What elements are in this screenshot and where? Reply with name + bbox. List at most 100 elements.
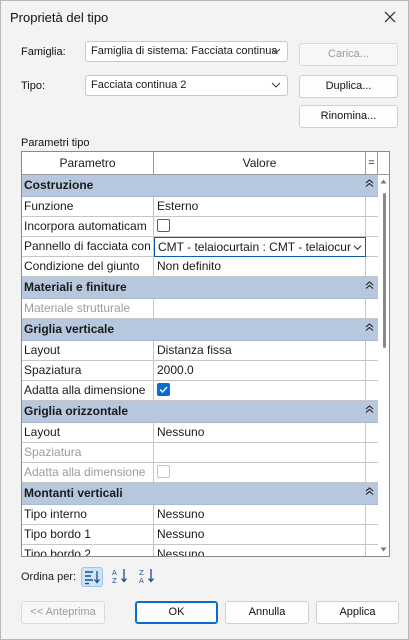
svg-text:A: A	[112, 569, 117, 577]
param-name: Tipo bordo 2	[22, 545, 154, 556]
column-header-parameter[interactable]: Parametro	[22, 152, 154, 174]
param-name: Pannello di facciata con	[22, 237, 154, 256]
scroll-up-icon[interactable]	[380, 179, 387, 184]
chevron-down-icon	[271, 82, 281, 88]
sort-grouped-button[interactable]	[81, 567, 103, 587]
group-montanti-verticali[interactable]: Montanti verticali	[22, 483, 378, 505]
param-value	[154, 299, 366, 318]
param-name: Funzione	[22, 197, 154, 216]
panel-type-dropdown[interactable]: CMT - telaiocurtain : CMT - telaiocur	[154, 237, 366, 257]
load-button[interactable]: Carica...	[299, 43, 398, 66]
param-value[interactable]: Distanza fissa	[154, 341, 366, 360]
param-name: Adatta alla dimensione	[22, 463, 154, 482]
preview-button[interactable]: << Anteprima	[21, 601, 105, 624]
collapse-icon[interactable]	[365, 280, 374, 290]
param-value[interactable]: Non definito	[154, 257, 366, 276]
collapse-icon[interactable]	[365, 178, 374, 188]
param-name: Materiale strutturale	[22, 299, 154, 318]
group-materiali[interactable]: Materiali e finiture	[22, 277, 378, 299]
param-value[interactable]: Nessuno	[154, 545, 366, 556]
param-row-condizione-giunto[interactable]: Condizione del giunto Non definito	[22, 257, 378, 277]
param-formula-cell	[366, 257, 378, 276]
param-name: Tipo interno	[22, 505, 154, 524]
type-dropdown[interactable]: Facciata continua 2	[85, 75, 288, 96]
duplicate-button[interactable]: Duplica...	[299, 75, 398, 98]
param-formula-cell	[366, 197, 378, 216]
rename-button[interactable]: Rinomina...	[299, 105, 398, 128]
param-value[interactable]: Esterno	[154, 197, 366, 216]
group-title: Griglia verticale	[24, 322, 115, 336]
family-dropdown[interactable]: Famiglia di sistema: Facciata continua	[85, 41, 288, 62]
param-value[interactable]: Nessuno	[154, 525, 366, 544]
param-row-layout-h[interactable]: Layout Nessuno	[22, 423, 378, 443]
group-griglia-orizzontale[interactable]: Griglia orizzontale	[22, 401, 378, 423]
ok-button[interactable]: OK	[135, 601, 218, 624]
param-value[interactable]: Nessuno	[154, 423, 366, 442]
close-icon[interactable]	[382, 9, 398, 25]
grid-header: Parametro Valore =	[22, 152, 389, 175]
param-name: Spaziatura	[22, 443, 154, 462]
collapse-icon[interactable]	[365, 486, 374, 496]
sort-label: Ordina per:	[21, 571, 77, 583]
family-label: Famiglia:	[21, 46, 66, 58]
scrollbar-thumb[interactable]	[383, 193, 386, 348]
adatta-v-checkbox[interactable]	[157, 383, 170, 397]
svg-text:A: A	[139, 577, 144, 585]
param-row-adatta-v[interactable]: Adatta alla dimensione	[22, 381, 378, 401]
param-formula-cell	[366, 237, 378, 256]
incorpora-checkbox[interactable]	[157, 219, 170, 233]
param-row-tipo-interno[interactable]: Tipo interno Nessuno	[22, 505, 378, 525]
param-name: Condizione del giunto	[22, 257, 154, 276]
sort-ascending-button[interactable]: A Z	[111, 567, 133, 587]
family-value: Famiglia di sistema: Facciata continua	[91, 45, 278, 57]
collapse-icon[interactable]	[365, 404, 374, 414]
adatta-h-checkbox	[157, 465, 170, 479]
apply-button[interactable]: Applica	[316, 601, 399, 624]
cancel-button[interactable]: Annulla	[225, 601, 309, 624]
column-header-value[interactable]: Valore	[154, 152, 366, 174]
param-formula-cell	[366, 443, 378, 462]
dialog-title: Proprietà del tipo	[10, 10, 109, 25]
parameters-grid: Parametro Valore = Costruzione Funzione …	[21, 151, 390, 557]
param-value: CMT - telaiocurtain : CMT - telaiocur	[158, 240, 351, 254]
param-row-spaziatura-h: Spaziatura	[22, 443, 378, 463]
param-row-pannello[interactable]: Pannello di facciata con CMT - telaiocur…	[22, 237, 378, 257]
param-formula-cell	[366, 505, 378, 524]
group-griglia-verticale[interactable]: Griglia verticale	[22, 319, 378, 341]
scroll-down-icon[interactable]	[380, 547, 387, 552]
param-value	[154, 443, 366, 462]
param-formula-cell	[366, 423, 378, 442]
sort-grouped-icon	[85, 571, 100, 585]
param-row-layout-v[interactable]: Layout Distanza fissa	[22, 341, 378, 361]
param-row-tipo-bordo-1[interactable]: Tipo bordo 1 Nessuno	[22, 525, 378, 545]
param-formula-cell	[366, 341, 378, 360]
title-bar: Proprietà del tipo	[1, 1, 408, 35]
param-name: Adatta alla dimensione	[22, 381, 154, 400]
param-name: Spaziatura	[22, 361, 154, 380]
param-formula-cell	[366, 299, 378, 318]
vertical-scrollbar[interactable]	[378, 175, 389, 556]
column-header-equals[interactable]: =	[366, 152, 378, 174]
param-value[interactable]: 2000.0	[154, 361, 366, 380]
type-properties-dialog: Proprietà del tipo Famiglia: Famiglia di…	[0, 0, 409, 640]
group-costruzione[interactable]: Costruzione	[22, 175, 378, 197]
param-name: Incorpora automaticam	[22, 217, 154, 236]
param-row-materiale-strutturale: Materiale strutturale	[22, 299, 378, 319]
param-name: Layout	[22, 341, 154, 360]
grid-rows: Costruzione Funzione Esterno Incorpora a…	[22, 175, 378, 556]
group-title: Costruzione	[24, 178, 94, 192]
sort-descending-button[interactable]: Z A	[138, 567, 160, 587]
group-title: Griglia orizzontale	[24, 404, 129, 418]
param-value[interactable]: Nessuno	[154, 505, 366, 524]
param-row-tipo-bordo-2[interactable]: Tipo bordo 2 Nessuno	[22, 545, 378, 556]
sort-az-icon: A Z	[112, 569, 127, 585]
param-value	[154, 381, 366, 400]
sort-za-icon: Z A	[139, 569, 154, 585]
param-value	[154, 463, 366, 482]
collapse-icon[interactable]	[365, 322, 374, 332]
param-row-incorpora[interactable]: Incorpora automaticam	[22, 217, 378, 237]
param-row-funzione[interactable]: Funzione Esterno	[22, 197, 378, 217]
param-row-spaziatura-v[interactable]: Spaziatura 2000.0	[22, 361, 378, 381]
param-formula-cell	[366, 463, 378, 482]
group-title: Materiali e finiture	[24, 280, 127, 294]
